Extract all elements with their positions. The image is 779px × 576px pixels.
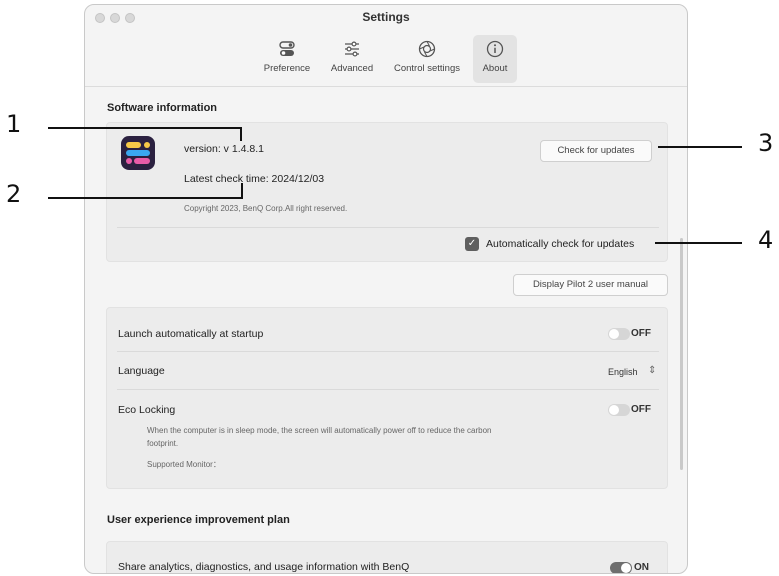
tab-control-settings-label: Control settings xyxy=(393,63,460,74)
eco-description-line1: When the computer is in sleep mode, the … xyxy=(147,426,492,435)
callout-2-tick xyxy=(241,183,243,199)
app-logo-icon xyxy=(121,136,155,170)
minimize-window-button[interactable] xyxy=(110,13,120,23)
callout-4-line xyxy=(655,242,742,244)
general-settings-panel: Launch automatically at startup OFF Lang… xyxy=(106,307,668,489)
settings-window: Settings Preference Advanced Control set… xyxy=(84,4,688,574)
ux-plan-heading: User experience improvement plan xyxy=(107,514,290,526)
callout-1-tick xyxy=(240,127,242,141)
eco-locking-state: OFF xyxy=(631,404,651,415)
row-divider xyxy=(117,389,659,390)
eco-locking-label: Eco Locking xyxy=(118,404,176,416)
supported-monitor-label: Supported Monitor： xyxy=(147,460,221,469)
launch-at-startup-state: OFF xyxy=(631,328,651,339)
zoom-window-button[interactable] xyxy=(125,13,135,23)
about-content: Software information version: v 1.4.8.1 … xyxy=(85,88,687,573)
version-text: version: v 1.4.8.1 xyxy=(184,143,264,155)
share-analytics-toggle[interactable] xyxy=(610,562,632,573)
eco-locking-toggle[interactable] xyxy=(608,404,630,416)
launch-at-startup-label: Launch automatically at startup xyxy=(118,328,264,340)
callout-4-number: 4 xyxy=(758,226,774,254)
tab-advanced-label: Advanced xyxy=(330,63,374,74)
tab-about[interactable]: About xyxy=(473,35,517,83)
panel-divider xyxy=(117,227,659,228)
eco-description-line2: footprint. xyxy=(147,439,179,448)
ux-plan-panel: Share analytics, diagnostics, and usage … xyxy=(106,541,668,573)
aperture-icon xyxy=(418,40,436,58)
callout-3-number: 3 xyxy=(758,129,774,157)
tab-preference[interactable]: Preference xyxy=(257,35,317,83)
copyright-text: Copyright 2023, BenQ Corp.All right rese… xyxy=(184,204,348,213)
tab-advanced[interactable]: Advanced xyxy=(327,35,377,83)
launch-at-startup-toggle[interactable] xyxy=(608,328,630,340)
language-select[interactable]: English xyxy=(608,367,638,377)
software-information-heading: Software information xyxy=(107,102,218,114)
callout-1-number: 1 xyxy=(6,110,22,138)
toolbar: Preference Advanced Control settings Abo… xyxy=(85,31,687,87)
language-label: Language xyxy=(118,365,165,377)
vertical-scrollbar[interactable] xyxy=(680,238,683,470)
tab-control-settings[interactable]: Control settings xyxy=(389,35,465,83)
check-for-updates-button[interactable]: Check for updates xyxy=(540,140,652,162)
row-divider xyxy=(117,351,659,352)
auto-check-checkbox[interactable]: ✓ xyxy=(465,237,479,251)
auto-check-label: Automatically check for updates xyxy=(486,238,635,250)
title-bar: Settings xyxy=(85,5,687,31)
callout-3-line xyxy=(658,146,742,148)
tab-preference-label: Preference xyxy=(263,63,311,74)
user-manual-button[interactable]: Display Pilot 2 user manual xyxy=(513,274,668,296)
latest-check-time: Latest check time: 2024/12/03 xyxy=(184,173,325,185)
callout-2-line xyxy=(48,197,243,199)
callout-1-line xyxy=(48,127,242,129)
sliders-icon xyxy=(345,41,359,57)
callout-2-number: 2 xyxy=(6,180,22,208)
toggles-icon xyxy=(279,41,295,56)
share-analytics-label: Share analytics, diagnostics, and usage … xyxy=(118,561,410,573)
software-info-panel: version: v 1.4.8.1 Latest check time: 20… xyxy=(106,122,668,262)
window-title: Settings xyxy=(362,10,410,24)
info-icon xyxy=(486,40,504,58)
share-analytics-state: ON xyxy=(634,562,649,573)
up-down-chevron-icon[interactable]: ⇕ xyxy=(648,365,656,376)
close-window-button[interactable] xyxy=(95,13,105,23)
tab-about-label: About xyxy=(482,63,508,74)
